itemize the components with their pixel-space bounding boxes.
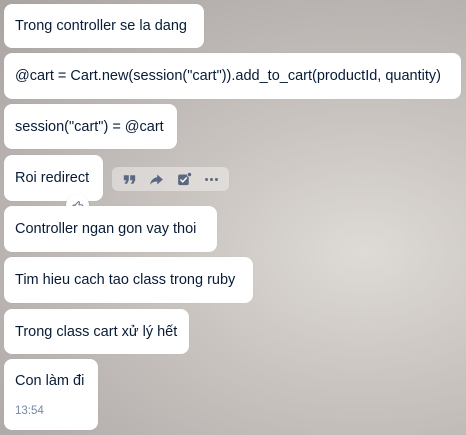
quote-icon[interactable] bbox=[119, 168, 141, 190]
message-bubble[interactable]: Con làm đi 13:54 bbox=[4, 359, 98, 430]
message-text: Con làm đi bbox=[15, 373, 85, 389]
message-text: Tim hieu cach tao class trong ruby bbox=[15, 272, 236, 288]
message-bubble[interactable]: session("cart") = @cart bbox=[4, 104, 177, 149]
message-text: Trong class cart xử lý hết bbox=[15, 323, 178, 340]
more-icon[interactable] bbox=[200, 168, 222, 190]
message-text: Roi redirect bbox=[15, 170, 90, 186]
message-bubble[interactable]: Roi redirect bbox=[4, 155, 103, 201]
message-bubble[interactable]: @cart = Cart.new(session("cart")).add_to… bbox=[4, 53, 461, 99]
message-bubble[interactable]: Trong controller se la dang bbox=[4, 4, 204, 48]
checklist-icon[interactable] bbox=[173, 168, 195, 190]
message-bubble[interactable]: Controller ngan gon vay thoi bbox=[4, 206, 217, 252]
message-bubble[interactable]: Tim hieu cach tao class trong ruby bbox=[4, 257, 253, 303]
message-timestamp: 13:54 bbox=[15, 405, 44, 417]
message-bubble[interactable]: Trong class cart xử lý hết bbox=[4, 309, 189, 354]
message-text: Controller ngan gon vay thoi bbox=[15, 221, 197, 237]
message-action-toolbar bbox=[112, 167, 229, 191]
message-text: @cart = Cart.new(session("cart")).add_to… bbox=[15, 68, 441, 84]
message-text: session("cart") = @cart bbox=[15, 118, 164, 135]
forward-icon[interactable] bbox=[146, 168, 168, 190]
message-text: Trong controller se la dang bbox=[15, 18, 187, 34]
